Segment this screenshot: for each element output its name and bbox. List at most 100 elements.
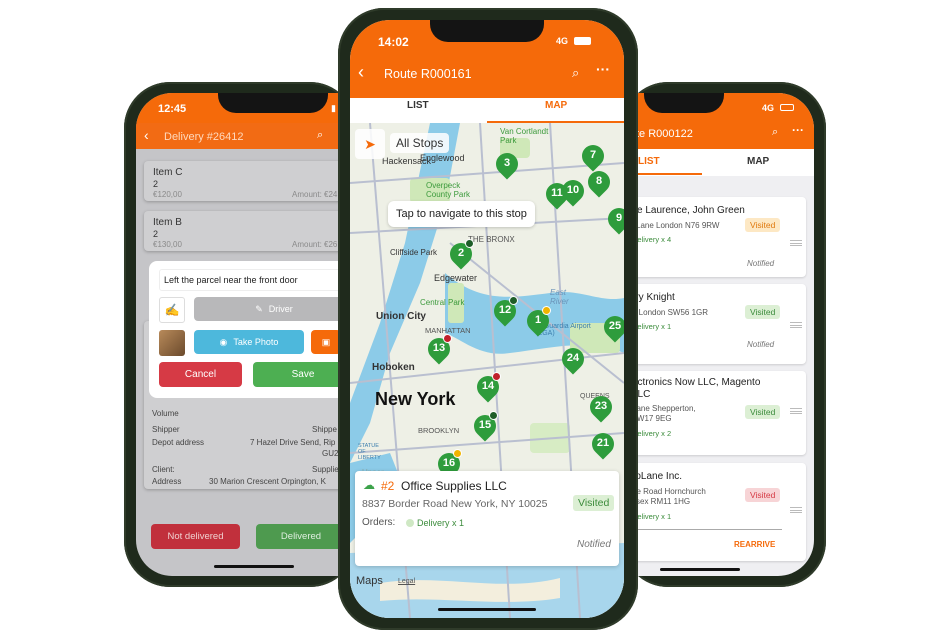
map-label: BROOKLYN (418, 426, 460, 435)
status-badge: Visited (745, 218, 781, 232)
item-name: Item C (153, 167, 183, 178)
delivery-note-input[interactable]: Left the parcel near the front door (159, 269, 350, 291)
detail-value: Shippe (312, 425, 337, 434)
notified-label: Notified (747, 259, 775, 268)
back-icon[interactable]: ‹ (358, 62, 364, 83)
right-phone: 4G te R000122 ⌕ ··· LIST MAP ke Laurence… (622, 82, 826, 587)
map-label: Hackensack (382, 156, 432, 166)
notified-label: Notified (577, 539, 611, 550)
stop-name: ke Laurence, John Green (632, 205, 745, 216)
map-pin-number: 21 (596, 437, 610, 449)
pin-status-dot (492, 372, 501, 381)
network-label: 4G (762, 103, 775, 113)
stop-name: rry Knight (632, 292, 675, 303)
map-pin-number: 24 (566, 352, 580, 364)
stop-card[interactable]: roLane Inc. ne Road Hornchurch ssex RM11… (628, 463, 806, 561)
header-title: Route R000161 (384, 67, 472, 81)
pin-status-dot (465, 239, 474, 248)
map-pin[interactable]: 15 (469, 410, 501, 445)
map-pin[interactable]: 8 (583, 166, 615, 201)
stop-name: ectronics Now LLC, Magento (632, 377, 761, 388)
map-pin-number: 3 (503, 157, 511, 169)
legal-link[interactable]: Legal (398, 578, 415, 585)
add-image-button[interactable]: ▣ (311, 330, 341, 354)
item-card[interactable]: Item B 2 €130,00 Amount: €26 (144, 211, 350, 251)
map-pin[interactable]: 10 (557, 175, 589, 210)
map-pin-number: 7 (589, 149, 597, 161)
order-dot-icon (406, 519, 414, 527)
map-pin-number: 12 (498, 304, 512, 316)
apple-maps-logo: Maps (356, 575, 383, 587)
rearrive-button[interactable]: REARRIVE (734, 540, 775, 549)
back-icon[interactable]: ‹ (144, 127, 149, 143)
map-pin[interactable]: 23 (585, 391, 617, 426)
map-label: Hoboken (372, 362, 415, 373)
drag-handle-icon[interactable] (790, 408, 802, 414)
more-icon[interactable]: ··· (792, 123, 804, 137)
map-pin-number: 1 (534, 314, 542, 326)
cancel-button[interactable]: Cancel (159, 362, 242, 387)
all-stops-button[interactable]: All Stops (390, 133, 450, 153)
tab-list[interactable]: LIST (638, 156, 660, 167)
map-pin[interactable]: 9 (603, 203, 624, 238)
map-pin-number: 16 (442, 457, 456, 469)
search-icon[interactable]: ⌕ (772, 126, 778, 139)
wifi-icon: ▮ (331, 103, 336, 113)
map-pin-number: 25 (608, 320, 622, 332)
proof-of-delivery-dialog: Left the parcel near the front door ✍ ✎ D… (149, 261, 350, 398)
cloud-sync-icon: ☁ (363, 478, 375, 492)
notified-label: Notified (747, 340, 775, 349)
stop-card[interactable]: ectronics Now LLC, Magento LLC Lane Shep… (628, 371, 806, 455)
map-view[interactable]: Englewood Hackensack Overpeck County Par… (350, 123, 624, 618)
signature-thumbnail[interactable]: ✍ (159, 297, 185, 323)
map-pin[interactable]: 3 (491, 148, 523, 183)
item-qty: 2 (153, 229, 159, 239)
stop-card[interactable]: ke Laurence, John Green l Lane London N7… (628, 197, 806, 277)
stop-address: e London SW56 1GR (632, 308, 709, 317)
tab-map[interactable]: MAP (747, 156, 769, 167)
navigate-tooltip[interactable]: Tap to navigate to this stop (388, 201, 535, 227)
detail-value: 7 Hazel Drive Send, Rip (250, 438, 336, 447)
status-time: 12:45 (158, 103, 187, 115)
map-pin[interactable]: 14 (472, 371, 504, 406)
stop-card[interactable]: rry Knight e London SW56 1GR Delivery x … (628, 284, 806, 364)
locate-me-button[interactable]: ➤ (355, 129, 385, 159)
map-label: Union City (376, 311, 426, 322)
item-card[interactable]: Item C 2 €120,00 Amount: €24 (144, 161, 350, 201)
not-delivered-button[interactable]: Not delivered (151, 524, 240, 549)
drag-handle-icon[interactable] (790, 240, 802, 246)
map-pin[interactable]: 12 (489, 295, 521, 330)
drag-handle-icon[interactable] (790, 507, 802, 513)
detail-key: Address (152, 477, 182, 486)
search-icon[interactable]: ⌕ (317, 129, 323, 142)
map-label: Cliffside Park (390, 248, 437, 257)
home-indicator (214, 565, 294, 568)
pin-status-dot (509, 296, 518, 305)
pin-status-dot (489, 411, 498, 420)
detail-value: 30 Marion Crescent Orpington, K (209, 477, 326, 486)
map-pin[interactable]: 21 (587, 428, 619, 463)
item-name: Item B (153, 217, 182, 228)
take-photo-button[interactable]: ◉ Take Photo (194, 330, 304, 354)
more-icon[interactable]: ··· (596, 61, 610, 77)
map-pin[interactable]: 2 (445, 238, 477, 273)
status-badge: Visited (745, 405, 781, 419)
map-pin[interactable]: 24 (557, 343, 589, 378)
parcel-photo-thumbnail[interactable] (159, 330, 185, 356)
map-pin[interactable]: 1 (522, 305, 554, 340)
map-pin[interactable]: 13 (423, 333, 455, 368)
map-pin[interactable]: 25 (599, 311, 624, 346)
delivered-button[interactable]: Delivered (256, 524, 346, 549)
tab-list[interactable]: LIST (407, 100, 429, 111)
tab-map[interactable]: MAP (545, 100, 567, 111)
driver-signature-button[interactable]: ✎ Driver (194, 297, 350, 321)
status-badge: Visited (573, 495, 615, 511)
map-pin-number: 10 (566, 184, 580, 196)
home-indicator (438, 608, 536, 611)
pin-status-dot (542, 306, 551, 315)
drag-handle-icon[interactable] (790, 322, 802, 328)
save-button[interactable]: Save (253, 362, 350, 387)
route-list-screen: 4G te R000122 ⌕ ··· LIST MAP ke Laurence… (622, 93, 814, 576)
selected-stop-card[interactable]: ☁ #2 Office Supplies LLC 8837 Border Roa… (355, 471, 619, 566)
search-icon[interactable]: ⌕ (572, 65, 579, 81)
